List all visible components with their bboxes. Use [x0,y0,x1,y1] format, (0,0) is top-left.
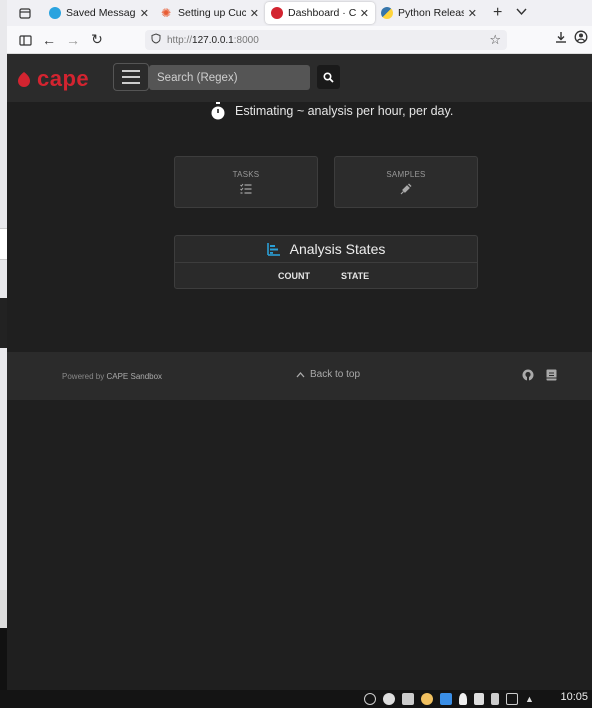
cape-logo-text: cape [37,66,90,91]
bar-chart-icon [266,243,280,256]
menu-hamburger-icon[interactable] [113,63,149,91]
tab-dashboard-cape[interactable]: Dashboard · CAPE ✕ [265,2,375,24]
analysis-states-header: Analysis States [175,236,477,263]
github-icon[interactable] [522,369,534,381]
volume-icon[interactable] [474,693,484,705]
url-bar[interactable]: http://127.0.0.1:8000 ☆ [145,30,507,50]
download-icon[interactable] [554,30,568,49]
close-tab-icon[interactable]: ✕ [140,7,149,20]
tab-setting-up-cuckoo[interactable]: ✺ Setting up Cuckoo ✕ [155,2,265,24]
samples-label: SAMPLES [386,169,426,179]
account-icon[interactable] [574,30,588,49]
column-count: COUNT [278,271,310,281]
analysis-states-columns: COUNT STATE [175,263,477,289]
book-icon[interactable] [546,369,557,381]
browser-tab-bar: Saved Messages ✕ ✺ Setting up Cuckoo ✕ D… [7,0,592,26]
powered-by: Powered by CAPE Sandbox [62,372,163,381]
cape-logo[interactable]: cape [17,66,89,92]
tasks-list-icon [240,183,252,194]
cape-favicon [271,7,283,19]
system-tray: ▲ [364,693,534,705]
shield-icon [151,33,161,47]
tray-expand-icon[interactable]: ▲ [525,694,534,704]
chevron-down-icon[interactable] [516,7,527,19]
empty-page-area [7,400,592,690]
close-tab-icon[interactable]: ✕ [360,7,369,20]
search-button[interactable] [317,65,340,89]
estimate-line: Estimating ~ analysis per hour, per day. [210,102,453,120]
column-state: STATE [341,271,370,281]
search-icon [323,71,334,83]
clipboard-icon[interactable] [402,693,414,705]
tab-saved-messages[interactable]: Saved Messages ✕ [43,2,155,24]
network-icon[interactable] [364,693,376,705]
cape-sandbox-link[interactable]: CAPE Sandbox [106,372,162,381]
page-footer: Powered by CAPE Sandbox Back to top [7,352,592,400]
search-input[interactable] [149,65,310,90]
background-window-strip [0,0,7,690]
browser-nav-bar: ← → ↻ http://127.0.0.1:8000 ☆ [7,26,592,54]
url-host: 127.0.0.1 [192,34,234,46]
sidebar-toggle-icon[interactable] [13,28,37,52]
forward-arrow-icon[interactable]: → [61,28,85,52]
close-tab-icon[interactable]: ✕ [250,7,259,20]
back-arrow-icon[interactable]: ← [37,28,61,52]
app-tray-icon[interactable] [421,693,433,705]
clock: 10:05 [560,691,588,703]
cuckoo-icon: ✺ [161,6,172,20]
back-to-top-link[interactable]: Back to top [296,369,360,380]
new-tab-icon[interactable]: + [493,4,502,22]
tasks-label: TASKS [232,170,260,179]
cape-navbar: cape [7,54,592,102]
cape-logo-icon [18,72,30,87]
tab-python-releases[interactable]: Python Releases f ✕ [375,2,483,24]
window-icon[interactable] [506,693,518,705]
dashboard-main: Estimating ~ analysis per hour, per day.… [7,102,592,352]
analysis-states-title: Analysis States [289,241,386,257]
display-icon[interactable] [440,693,452,705]
url-prefix: http:// [167,34,193,46]
telegram-icon [49,7,61,19]
syringe-icon [400,183,412,194]
tab-list-icon[interactable] [7,0,43,26]
bookmark-star-icon[interactable]: ☆ [489,32,501,48]
reload-icon[interactable]: ↻ [85,28,109,52]
battery-icon[interactable] [491,693,499,705]
python-icon [381,7,393,19]
system-taskbar: ▲ 10:05 [0,690,592,708]
url-port: :8000 [233,34,259,46]
analysis-states-panel: Analysis States COUNT STATE [174,235,478,289]
tasks-card[interactable]: TASKS [174,156,318,208]
stopwatch-icon [211,102,225,120]
status-icon[interactable] [383,693,395,705]
notification-icon[interactable] [459,693,467,705]
samples-card[interactable]: SAMPLES [334,156,478,208]
chevron-up-icon [296,371,305,377]
estimate-text: Estimating ~ analysis per hour, per day. [235,104,454,118]
close-tab-icon[interactable]: ✕ [468,7,477,20]
